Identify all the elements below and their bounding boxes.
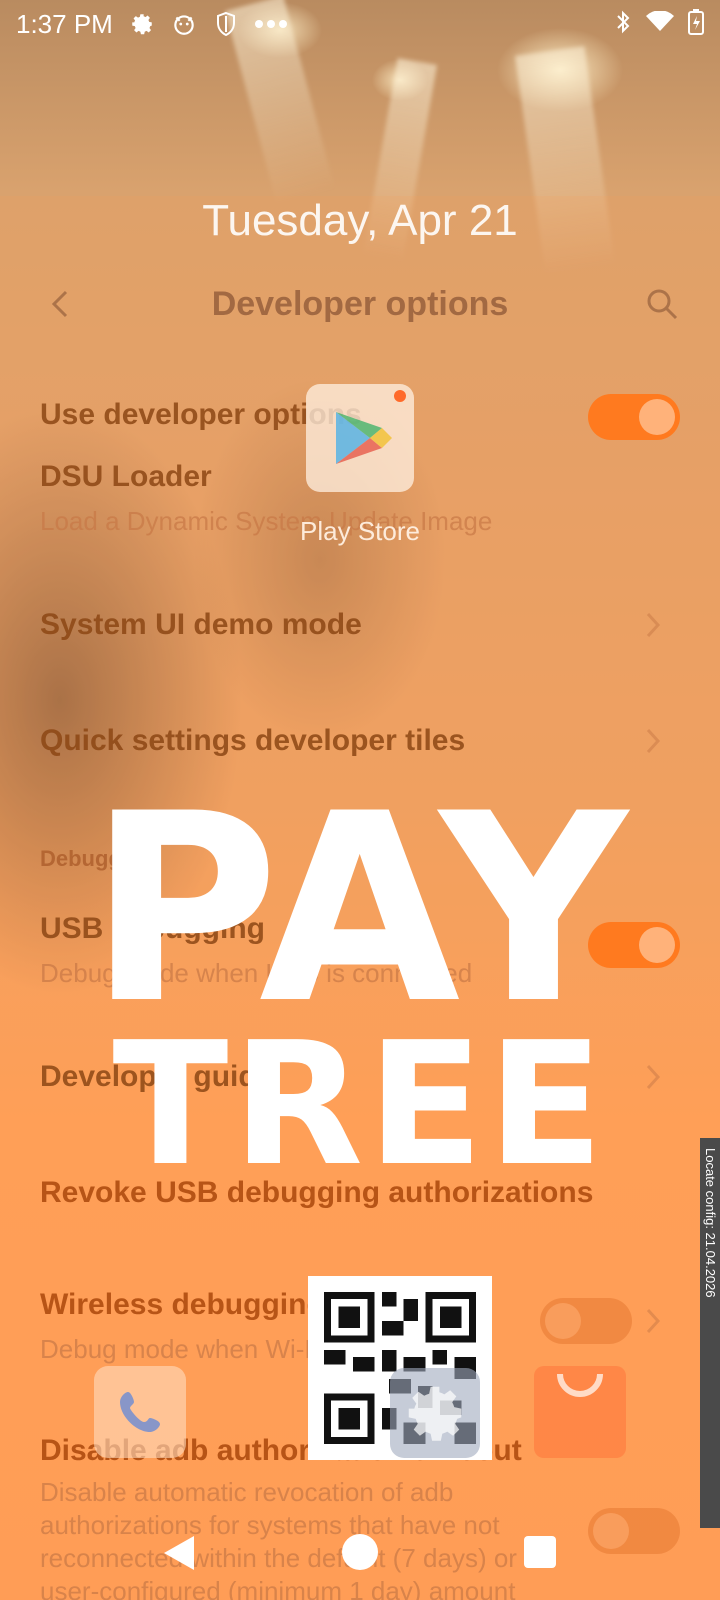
- play-store-app-icon[interactable]: [306, 384, 414, 492]
- side-panel-tab[interactable]: Locate config: 21.04.2026: [700, 1138, 720, 1528]
- wireless-debugging-toggle[interactable]: [540, 1298, 632, 1344]
- setting-system-ui-demo-mode[interactable]: System UI demo mode: [40, 608, 680, 642]
- setting-title: Quick settings developer tiles: [40, 724, 466, 757]
- chevron-right-icon: [644, 726, 662, 756]
- status-bar: 1:37 PM: [0, 0, 720, 48]
- phone-app-icon[interactable]: [94, 1366, 186, 1458]
- shield-icon: [211, 9, 241, 39]
- settings-app-icon[interactable]: [390, 1368, 480, 1458]
- chevron-right-icon: [644, 610, 662, 640]
- app-bar: Developer options: [0, 272, 720, 336]
- brand-logo-line1: PAY: [88, 759, 632, 1061]
- battery-charging-icon: [688, 8, 704, 40]
- nav-recents-icon[interactable]: [524, 1536, 556, 1568]
- back-arrow-icon[interactable]: [46, 286, 76, 322]
- navigation-bar: [0, 1520, 720, 1590]
- status-time: 1:37 PM: [16, 8, 113, 39]
- bluetooth-icon: [614, 9, 632, 40]
- wifi-icon: [646, 9, 674, 38]
- chevron-right-icon: [644, 1306, 662, 1336]
- gear-icon: [127, 9, 157, 39]
- nav-home-icon[interactable]: [342, 1534, 378, 1570]
- lockscreen-date: Tuesday, Apr 21: [202, 196, 518, 245]
- brand-logo-line2: TREE: [112, 1006, 608, 1204]
- setting-quick-settings-tiles[interactable]: Quick settings developer tiles: [40, 724, 680, 758]
- play-store-label: Play Store: [300, 516, 420, 546]
- shopping-bag-app-icon[interactable]: [534, 1366, 626, 1458]
- side-tab-label: Locate config: 21.04.2026: [703, 1148, 718, 1298]
- more-dots-icon: [253, 9, 289, 39]
- use-developer-options-toggle[interactable]: [588, 394, 680, 440]
- search-icon[interactable]: [644, 286, 680, 322]
- setting-title: System UI demo mode: [40, 608, 362, 641]
- page-title: Developer options: [211, 284, 509, 323]
- notification-dot: [394, 390, 406, 402]
- nav-back-icon[interactable]: [162, 1534, 196, 1577]
- cat-face-icon: [169, 9, 199, 39]
